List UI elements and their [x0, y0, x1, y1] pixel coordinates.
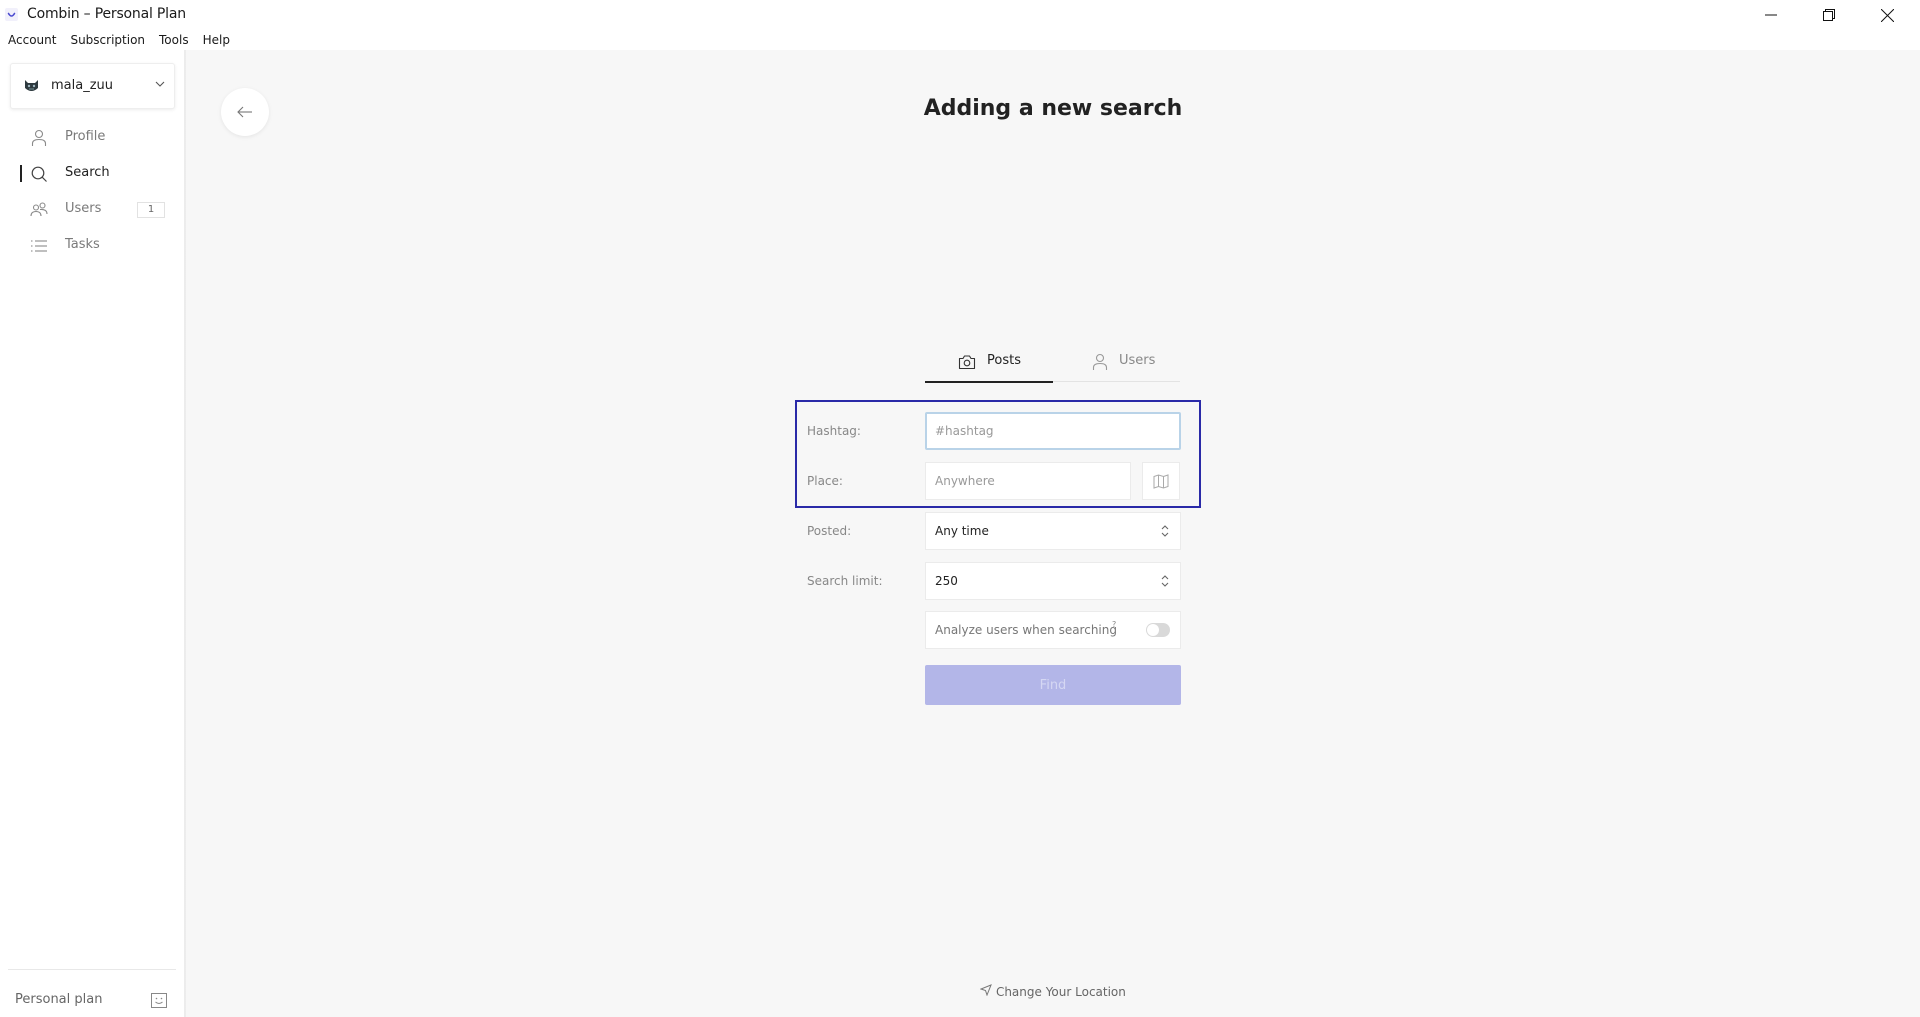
camera-icon — [958, 355, 976, 370]
analyze-users-label: Analyze users when searching — [935, 623, 1117, 637]
combin-logo-icon — [5, 8, 18, 21]
main-content: Adding a new search Posts Users Hashtag:… — [186, 50, 1920, 1017]
up-down-arrows-icon — [1161, 525, 1169, 537]
window-title: Combin – Personal Plan — [27, 6, 186, 22]
analyze-users-row: Analyze users when searching ? — [925, 611, 1181, 649]
user-icon — [1092, 353, 1108, 370]
posted-label: Posted: — [807, 524, 852, 538]
sidebar-item-search[interactable]: Search — [0, 156, 185, 190]
map-picker-button[interactable] — [1142, 462, 1180, 500]
navigation-arrow-icon — [979, 984, 993, 997]
sidebar-item-label: Users — [65, 201, 102, 216]
plan-label: Personal plan — [15, 992, 103, 1007]
sidebar-item-label: Search — [65, 165, 110, 180]
sidebar-item-profile[interactable]: Profile — [0, 120, 185, 154]
sidebar-item-label: Profile — [65, 129, 106, 144]
users-icon — [30, 202, 48, 217]
change-location-link[interactable]: Change Your Location — [186, 984, 1920, 999]
user-icon — [31, 129, 47, 146]
tab-users[interactable]: Users — [1053, 340, 1180, 382]
sidebar-item-label: Tasks — [65, 237, 100, 252]
tab-posts[interactable]: Posts — [925, 340, 1053, 383]
title-bar: Combin – Personal Plan — [0, 0, 1920, 30]
restore-icon — [1823, 9, 1835, 21]
hashtag-input[interactable] — [925, 412, 1181, 450]
list-icon — [31, 240, 47, 252]
account-switcher[interactable]: mala_zuu — [10, 63, 175, 109]
tab-label: Posts — [987, 353, 1021, 368]
up-down-arrows-icon — [1161, 575, 1169, 587]
cat-avatar-icon — [25, 80, 38, 91]
sidebar-item-users[interactable]: Users 1 — [0, 192, 185, 226]
place-label: Place: — [807, 474, 843, 488]
map-icon — [1153, 473, 1169, 489]
users-count-badge: 1 — [137, 202, 165, 218]
posted-value: Any time — [935, 524, 989, 538]
sidebar: mala_zuu Profile Search Users 1 Tasks Pe… — [0, 50, 185, 1017]
help-tooltip-icon[interactable]: ? — [1112, 620, 1116, 629]
search-limit-label: Search limit: — [807, 574, 883, 588]
search-limit-value: 250 — [935, 574, 958, 588]
menu-help[interactable]: Help — [203, 33, 230, 47]
analyze-users-toggle[interactable] — [1146, 623, 1170, 637]
minimize-icon — [1765, 14, 1777, 16]
account-name: mala_zuu — [51, 78, 114, 93]
toggle-knob — [1147, 624, 1159, 636]
place-input[interactable] — [925, 462, 1131, 500]
search-icon — [31, 166, 47, 182]
posted-select[interactable]: Any time — [925, 512, 1181, 550]
search-type-tabs: Posts Users — [925, 340, 1180, 383]
find-button[interactable]: Find — [925, 665, 1181, 705]
menu-subscription[interactable]: Subscription — [70, 33, 145, 47]
sidebar-item-tasks[interactable]: Tasks — [0, 228, 185, 262]
change-location-label: Change Your Location — [995, 984, 1126, 999]
restore-button[interactable] — [1800, 0, 1858, 30]
search-limit-select[interactable]: 250 — [925, 562, 1181, 600]
sidebar-divider — [8, 969, 176, 970]
close-button[interactable] — [1858, 0, 1916, 30]
page-title: Adding a new search — [923, 96, 1183, 121]
menu-tools[interactable]: Tools — [159, 33, 189, 47]
hashtag-label: Hashtag: — [807, 424, 861, 438]
minimize-button[interactable] — [1742, 0, 1800, 30]
menu-account[interactable]: Account — [8, 33, 56, 47]
chevron-down-icon — [155, 81, 165, 87]
close-icon — [1880, 8, 1894, 22]
active-indicator — [20, 165, 22, 182]
menu-bar: Account Subscription Tools Help — [0, 30, 1920, 50]
smiley-plan-icon[interactable] — [151, 993, 167, 1008]
tab-label: Users — [1119, 353, 1156, 368]
